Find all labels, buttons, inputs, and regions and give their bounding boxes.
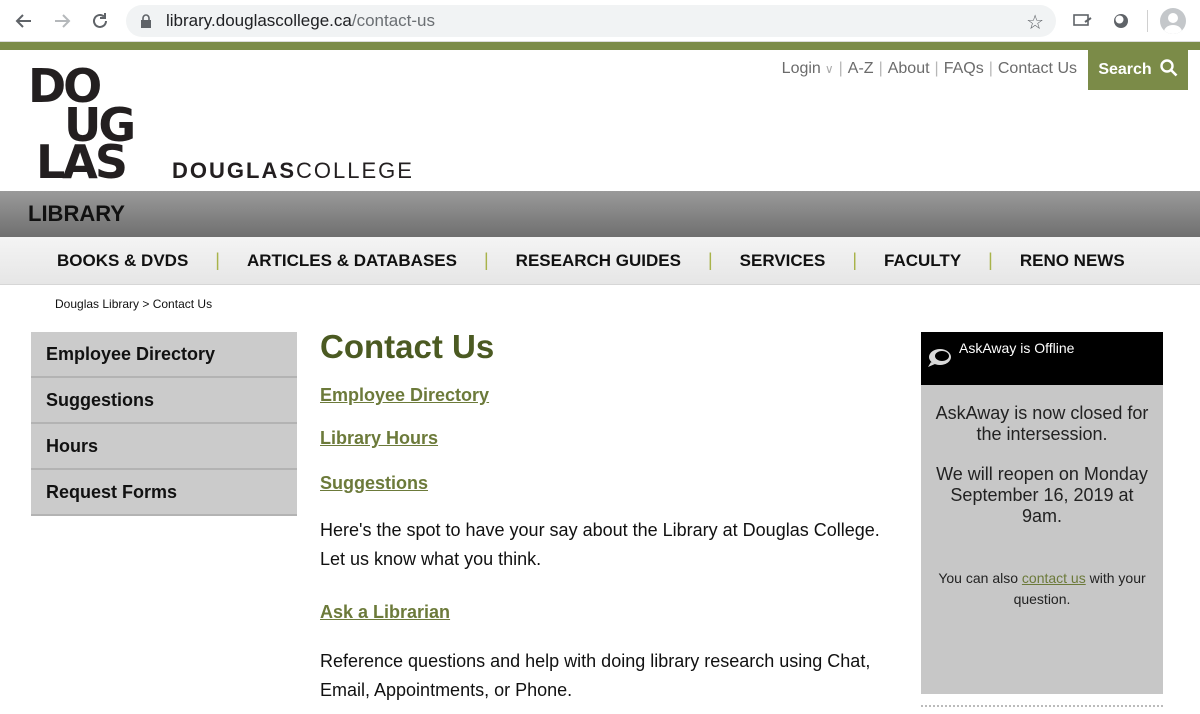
employee-directory-link[interactable]: Employee Directory [320, 385, 900, 406]
nav-faculty[interactable]: FACULTY [884, 251, 961, 271]
chat-status: AskAway is Offline [959, 340, 1075, 356]
toolbar-divider [1147, 10, 1148, 32]
nav-articles-databases[interactable]: ARTICLES & DATABASES [247, 251, 457, 271]
chat-closed-message: AskAway is now closed for the intersessi… [935, 403, 1149, 444]
faqs-link[interactable]: FAQs [939, 60, 989, 78]
breadcrumb[interactable]: Douglas Library > Contact Us [55, 297, 212, 311]
nav-reno-news[interactable]: RENO NEWS [1020, 251, 1125, 271]
search-icon [1159, 58, 1178, 82]
nav-services[interactable]: SERVICES [740, 251, 826, 271]
browser-toolbar: library.douglascollege.ca/contact-us ☆ [0, 0, 1200, 42]
extension-circle-icon[interactable] [1110, 10, 1132, 32]
nav-separator: | [988, 250, 993, 270]
chevron-down-icon: ∨ [824, 62, 834, 76]
chat-reopen-message: We will reopen on Monday September 16, 2… [936, 464, 1148, 526]
about-link[interactable]: About [883, 60, 935, 78]
page-title: Contact Us [320, 328, 495, 365]
nav-separator: | [483, 250, 489, 270]
ask-a-librarian-link[interactable]: Ask a Librarian [320, 602, 900, 623]
a-z-link[interactable]: A-Z [843, 60, 879, 78]
library-banner: LIBRARY [0, 191, 1200, 237]
nav-separator: | [707, 250, 713, 270]
search-label: Search [1098, 61, 1152, 78]
profile-avatar-icon[interactable] [1160, 8, 1186, 34]
nav-books-dvds[interactable]: BOOKS & DVDS [57, 251, 188, 271]
suggestions-link[interactable]: Suggestions [320, 473, 900, 494]
address-bar[interactable]: library.douglascollege.ca/contact-us ☆ [126, 5, 1056, 37]
sidebar-menu: Employee Directory Suggestions Hours Req… [31, 332, 297, 516]
contact-us-link[interactable]: Contact Us [993, 60, 1082, 78]
search-button[interactable]: Search [1088, 50, 1188, 90]
nav-separator: | [215, 250, 220, 270]
college-wordmark: DOUGLASCOLLEGE [172, 158, 414, 183]
sidebar-item-employee-directory[interactable]: Employee Directory [31, 332, 297, 378]
back-arrow-icon[interactable] [12, 9, 36, 33]
bookmark-star-icon[interactable]: ☆ [1026, 10, 1044, 35]
chat-header: AskAway is Offline [921, 332, 1163, 385]
askaway-chat-widget: AskAway is Offline AskAway is now closed… [921, 332, 1163, 694]
svg-text:LAS: LAS [36, 135, 125, 182]
cast-extension-icon[interactable] [1072, 10, 1094, 32]
reload-icon[interactable] [88, 9, 112, 33]
main-content: Contact Us Employee Directory Library Ho… [320, 328, 900, 705]
sidebar-item-request-forms[interactable]: Request Forms [31, 470, 297, 516]
sidebar-item-hours[interactable]: Hours [31, 424, 297, 470]
chat-bubble-icon [927, 348, 953, 373]
widget-divider [921, 705, 1163, 707]
suggestions-description: Here's the spot to have your say about t… [320, 520, 880, 569]
chat-contact-message: You can also contact us with your questi… [938, 570, 1146, 607]
login-link[interactable]: Login ∨ [777, 60, 839, 78]
nav-research-guides[interactable]: RESEARCH GUIDES [516, 251, 681, 271]
forward-arrow-icon[interactable] [50, 9, 74, 33]
library-hours-link[interactable]: Library Hours [320, 428, 900, 449]
nav-separator: | [852, 250, 858, 270]
douglas-logo[interactable]: DO UG LAS [28, 59, 144, 189]
utility-links: Login ∨ | A-Z | About | FAQs | Contact Us [777, 60, 1082, 78]
chat-contact-link[interactable]: contact us [1022, 570, 1086, 586]
library-title[interactable]: LIBRARY [28, 201, 125, 227]
main-navigation: BOOKS & DVDS | ARTICLES & DATABASES | RE… [0, 237, 1200, 285]
lock-icon [140, 13, 154, 29]
top-accent-bar [0, 42, 1200, 50]
sidebar-item-suggestions[interactable]: Suggestions [31, 378, 297, 424]
ask-description: Reference questions and help with doing … [320, 651, 871, 700]
url-text: library.douglascollege.ca/contact-us [166, 11, 436, 30]
